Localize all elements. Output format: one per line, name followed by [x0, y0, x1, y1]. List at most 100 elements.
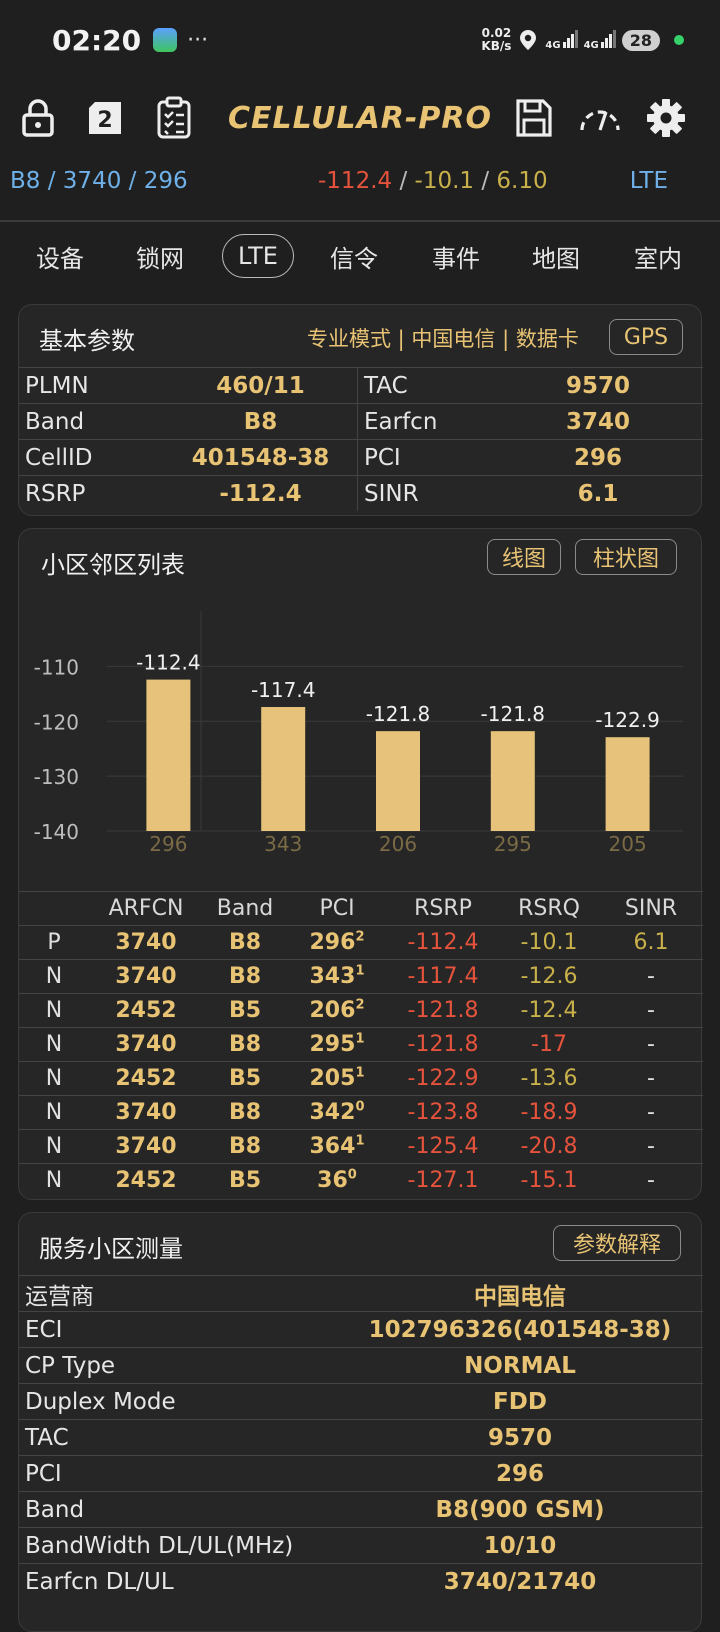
neighbor-table-header: ARFCN Band PCI RSRP RSRQ SINR [19, 891, 703, 925]
cell-sinr: 6.1 [633, 930, 669, 955]
cell-sinr: - [647, 1134, 655, 1159]
speedometer-icon[interactable] [578, 94, 622, 142]
table-row: Earfcn DL/UL 3740/21740 [19, 1563, 703, 1599]
cell-sinr: - [647, 1100, 655, 1125]
cell-band: B8 [228, 1100, 262, 1125]
bar-value-label: -122.9 [595, 708, 659, 732]
serving-value: 9570 [487, 1424, 552, 1451]
table-row: TAC 9570 [19, 1419, 703, 1455]
battery-indicator: 28 [621, 29, 660, 51]
tab-indoor[interactable]: 室内 [622, 234, 694, 278]
y-tick-label: -110 [34, 655, 79, 679]
cell-band: B8 [228, 930, 262, 955]
bar-value-label: -117.4 [251, 678, 315, 702]
serving-value: 102796326(401548-38) [368, 1316, 672, 1343]
bar-category-label: 205 [609, 832, 647, 856]
cell-pci: 3641 [309, 1133, 365, 1159]
clipboard-icon[interactable] [152, 94, 196, 142]
pci-superscript: 2 [355, 929, 365, 945]
col-rsrp: RSRP [414, 896, 472, 921]
cell-type: N [45, 1066, 63, 1091]
serving-value: NORMAL [464, 1352, 576, 1379]
basic-params-title: 基本参数 [39, 327, 135, 355]
bar-value-label: -112.4 [136, 651, 200, 675]
pci-superscript: 2 [355, 997, 365, 1013]
neighbor-table: ARFCN Band PCI RSRP RSRQ SINR P 3740 B8 296… [19, 891, 703, 1197]
tab-lte[interactable]: LTE [222, 234, 294, 278]
cell-pci: 360 [317, 1167, 357, 1193]
serving-cell-table: 运营商 中国电信 ECI 102796326(401548-38) CP Type NOR… [19, 1275, 703, 1599]
cell-pci: 2962 [309, 929, 365, 955]
cell-pci: 2051 [309, 1065, 365, 1091]
summary-sinr: 6.10 [496, 168, 548, 194]
neighbor-table-body: P 3740 B8 2962 -112.4 -10.1 6.1 N 3740 B8 3431 -117… [19, 925, 703, 1197]
table-row: N 3740 B8 2951 -121.8 -17 - [19, 1027, 703, 1061]
gps-button[interactable]: GPS [609, 319, 683, 355]
tab-map[interactable]: 地图 [520, 234, 592, 278]
band-earfcn-pci: B8 / 3740 / 296 [10, 168, 188, 194]
table-row: BandWidth DL/UL(MHz) 10/10 [19, 1527, 703, 1563]
serving-label: ECI [25, 1316, 63, 1343]
cell-arfcn: 2452 [115, 1066, 177, 1091]
pci-superscript: 1 [355, 1133, 365, 1149]
pci-superscript: 1 [355, 963, 365, 979]
serving-label: Duplex Mode [25, 1388, 176, 1415]
pci-superscript: 1 [355, 1065, 365, 1081]
tab-events[interactable]: 事件 [420, 234, 492, 278]
basic-row: RSRP -112.4 SINR 6.1 [19, 475, 703, 511]
cell-band: B5 [228, 998, 262, 1023]
line-chart-button[interactable]: 线图 [487, 539, 561, 575]
cell-pci: 3420 [309, 1099, 365, 1125]
sim1-label: 4G [545, 39, 561, 51]
col-sinr: SINR [624, 896, 678, 921]
serving-value: 3740/21740 [443, 1568, 597, 1595]
cell-arfcn: 3740 [115, 964, 177, 989]
cell-rsrq: -18.9 [520, 1100, 578, 1125]
tab-signaling[interactable]: 信令 [318, 234, 390, 278]
serving-label: PCI [25, 1460, 62, 1487]
bar [261, 707, 306, 831]
basic-params-card: 基本参数 专业模式 | 中国电信 | 数据卡 GPS PLMN 460/11 T… [18, 304, 703, 516]
divider [0, 220, 720, 222]
serving-value: 中国电信 [474, 1283, 566, 1310]
cell-type: N [45, 998, 63, 1023]
cell-type: P [47, 930, 61, 955]
serving-value: 10/10 [483, 1532, 557, 1559]
tab-lock-network[interactable]: 锁网 [124, 234, 196, 278]
summary-band: B8 [10, 168, 41, 194]
serving-label: Band [25, 1496, 85, 1523]
net-speed-unit: KB/s [481, 39, 512, 53]
cell-arfcn: 3740 [115, 1134, 177, 1159]
gear-icon[interactable] [644, 94, 688, 142]
serving-label: CP Type [25, 1352, 116, 1379]
table-row: PCI 296 [19, 1455, 703, 1491]
bar-chart-button[interactable]: 柱状图 [575, 539, 677, 575]
summary-pci: 296 [143, 168, 188, 194]
save-icon[interactable] [512, 94, 556, 142]
param-explain-button[interactable]: 参数解释 [553, 1225, 681, 1261]
lock-icon[interactable] [16, 94, 60, 142]
cell-rsrq: -15.1 [520, 1168, 578, 1193]
tab-bar: 设备 锁网 LTE 信令 事件 地图 室内 [0, 232, 720, 282]
cell-pci: 2062 [309, 997, 365, 1023]
basic-row: PLMN 460/11 TAC 9570 [19, 367, 703, 403]
tab-device[interactable]: 设备 [24, 234, 96, 278]
basic-params-grid: PLMN 460/11 TAC 9570 Band B8 Earfcn 3740… [19, 367, 703, 511]
cell-pci: 2951 [309, 1031, 365, 1057]
more-notifications-icon: ··· [187, 27, 209, 53]
cell-arfcn: 3740 [115, 1032, 177, 1057]
cell-band: B5 [228, 1066, 262, 1091]
status-bar: 02:20 ··· 0.02 KB/s 4G 4G 28 [0, 0, 720, 80]
sim-card-icon[interactable]: 2 [84, 94, 128, 142]
cell-rsrp: -117.4 [407, 964, 479, 989]
col-pci: PCI [319, 896, 355, 921]
rsrp-rsrq-sinr: -112.4 / -10.1 / 6.10 [318, 168, 548, 194]
serving-label: TAC [25, 1424, 69, 1451]
pci-superscript: 0 [347, 1167, 357, 1183]
pci-superscript: 0 [355, 1099, 365, 1115]
signal-summary-line: B8 / 3740 / 296 -112.4 / -10.1 / 6.10 LT… [0, 168, 720, 208]
cell-type: N [45, 1168, 63, 1193]
cell-band: B5 [228, 1168, 262, 1193]
location-icon [520, 30, 537, 50]
cell-rsrp: -121.8 [407, 998, 479, 1023]
